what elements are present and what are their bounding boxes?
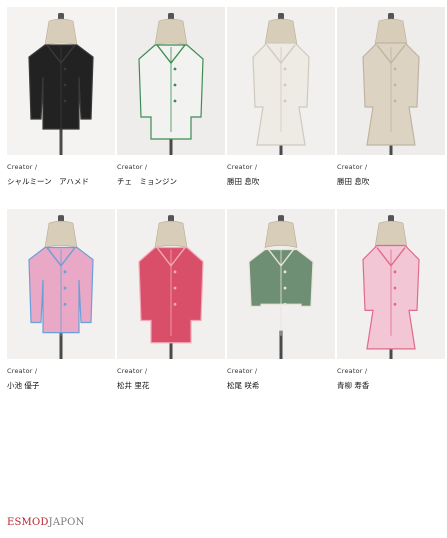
mannequin-neck: [44, 220, 78, 248]
garment-button: [283, 302, 287, 306]
creator-name[interactable]: 勝田 息吹: [337, 176, 445, 187]
creator-label: Creator /: [227, 163, 258, 171]
garment-button: [393, 99, 397, 103]
logo-text-japon: JAPON: [48, 517, 85, 528]
gallery-row-1: Creator / シャルミーン アハメド Creator / チェ ミョンジン…: [7, 7, 447, 187]
garment-button: [173, 286, 177, 290]
garment-illustration: [117, 7, 225, 155]
garment-button: [63, 286, 67, 290]
garment-photo[interactable]: [227, 209, 335, 359]
garment-button: [393, 286, 397, 290]
gallery-row-2: Creator / 小池 優子 Creator / 松井 里花 Creator …: [7, 209, 447, 391]
mannequin-neck: [374, 18, 408, 46]
creator-card[interactable]: Creator / 勝田 息吹: [337, 7, 445, 187]
creator-name[interactable]: 松井 里花: [117, 380, 225, 391]
creator-label: Creator /: [7, 367, 38, 375]
garment-illustration: [337, 7, 445, 155]
garment-illustration: [7, 7, 115, 155]
mannequin-neck: [154, 18, 188, 46]
creator-name[interactable]: チェ ミョンジン: [117, 176, 225, 187]
mannequin-neck: [264, 18, 298, 46]
garment-button: [173, 67, 177, 71]
garment-photo[interactable]: [117, 7, 225, 155]
garment-button: [393, 67, 397, 71]
garment-button: [173, 99, 177, 103]
creator-label: Creator /: [117, 367, 148, 375]
creator-card[interactable]: Creator / チェ ミョンジン: [117, 7, 225, 187]
garment-illustration: [337, 209, 445, 359]
garment-button: [283, 286, 287, 290]
garment-button: [393, 83, 397, 87]
garment-photo[interactable]: [7, 209, 115, 359]
creator-name[interactable]: 青柳 寿香: [337, 380, 445, 391]
garment-button: [63, 99, 67, 103]
garment-illustration: [227, 7, 335, 155]
creator-card[interactable]: Creator / シャルミーン アハメド: [7, 7, 115, 187]
creator-label: Creator /: [227, 367, 258, 375]
garment-button: [63, 83, 67, 87]
garment-illustration: [7, 209, 115, 359]
mannequin-neck: [374, 220, 408, 248]
esmod-japon-logo[interactable]: ESMODJAPON: [7, 517, 85, 528]
creator-card[interactable]: Creator / 小池 優子: [7, 209, 115, 391]
garment-photo[interactable]: [117, 209, 225, 359]
garment-button: [63, 302, 67, 306]
garment-button: [63, 67, 67, 71]
creator-label: Creator /: [337, 367, 368, 375]
mannequin-neck: [154, 220, 188, 248]
creator-name[interactable]: シャルミーン アハメド: [7, 176, 115, 187]
garment-photo[interactable]: [227, 7, 335, 155]
garment-button: [393, 270, 397, 274]
garment-button: [173, 302, 177, 306]
garment-button: [283, 99, 287, 103]
garment-button: [63, 270, 67, 274]
garment-button: [173, 83, 177, 87]
creator-name[interactable]: 勝田 息吹: [227, 176, 335, 187]
creator-label: Creator /: [337, 163, 368, 171]
creator-card[interactable]: Creator / 勝田 息吹: [227, 7, 335, 187]
creator-card[interactable]: Creator / 青柳 寿香: [337, 209, 445, 391]
creator-name[interactable]: 松尾 咲希: [227, 380, 335, 391]
garment-illustration: [117, 209, 225, 359]
creator-label: Creator /: [117, 163, 148, 171]
garment-button: [283, 83, 287, 87]
garment-button: [283, 270, 287, 274]
mannequin-neck: [44, 18, 78, 46]
creator-label: Creator /: [7, 163, 38, 171]
garment-button: [173, 270, 177, 274]
garment-illustration: [227, 209, 335, 359]
garment-photo[interactable]: [7, 7, 115, 155]
garment-photo[interactable]: [337, 7, 445, 155]
creator-name[interactable]: 小池 優子: [7, 380, 115, 391]
garment-button: [283, 67, 287, 71]
garment-button: [393, 302, 397, 306]
logo-text-esmod: ESMOD: [7, 517, 49, 528]
mannequin-neck: [264, 220, 298, 248]
creator-card[interactable]: Creator / 松井 里花: [117, 209, 225, 391]
creator-card[interactable]: Creator / 松尾 咲希: [227, 209, 335, 391]
garment-photo[interactable]: [337, 209, 445, 359]
